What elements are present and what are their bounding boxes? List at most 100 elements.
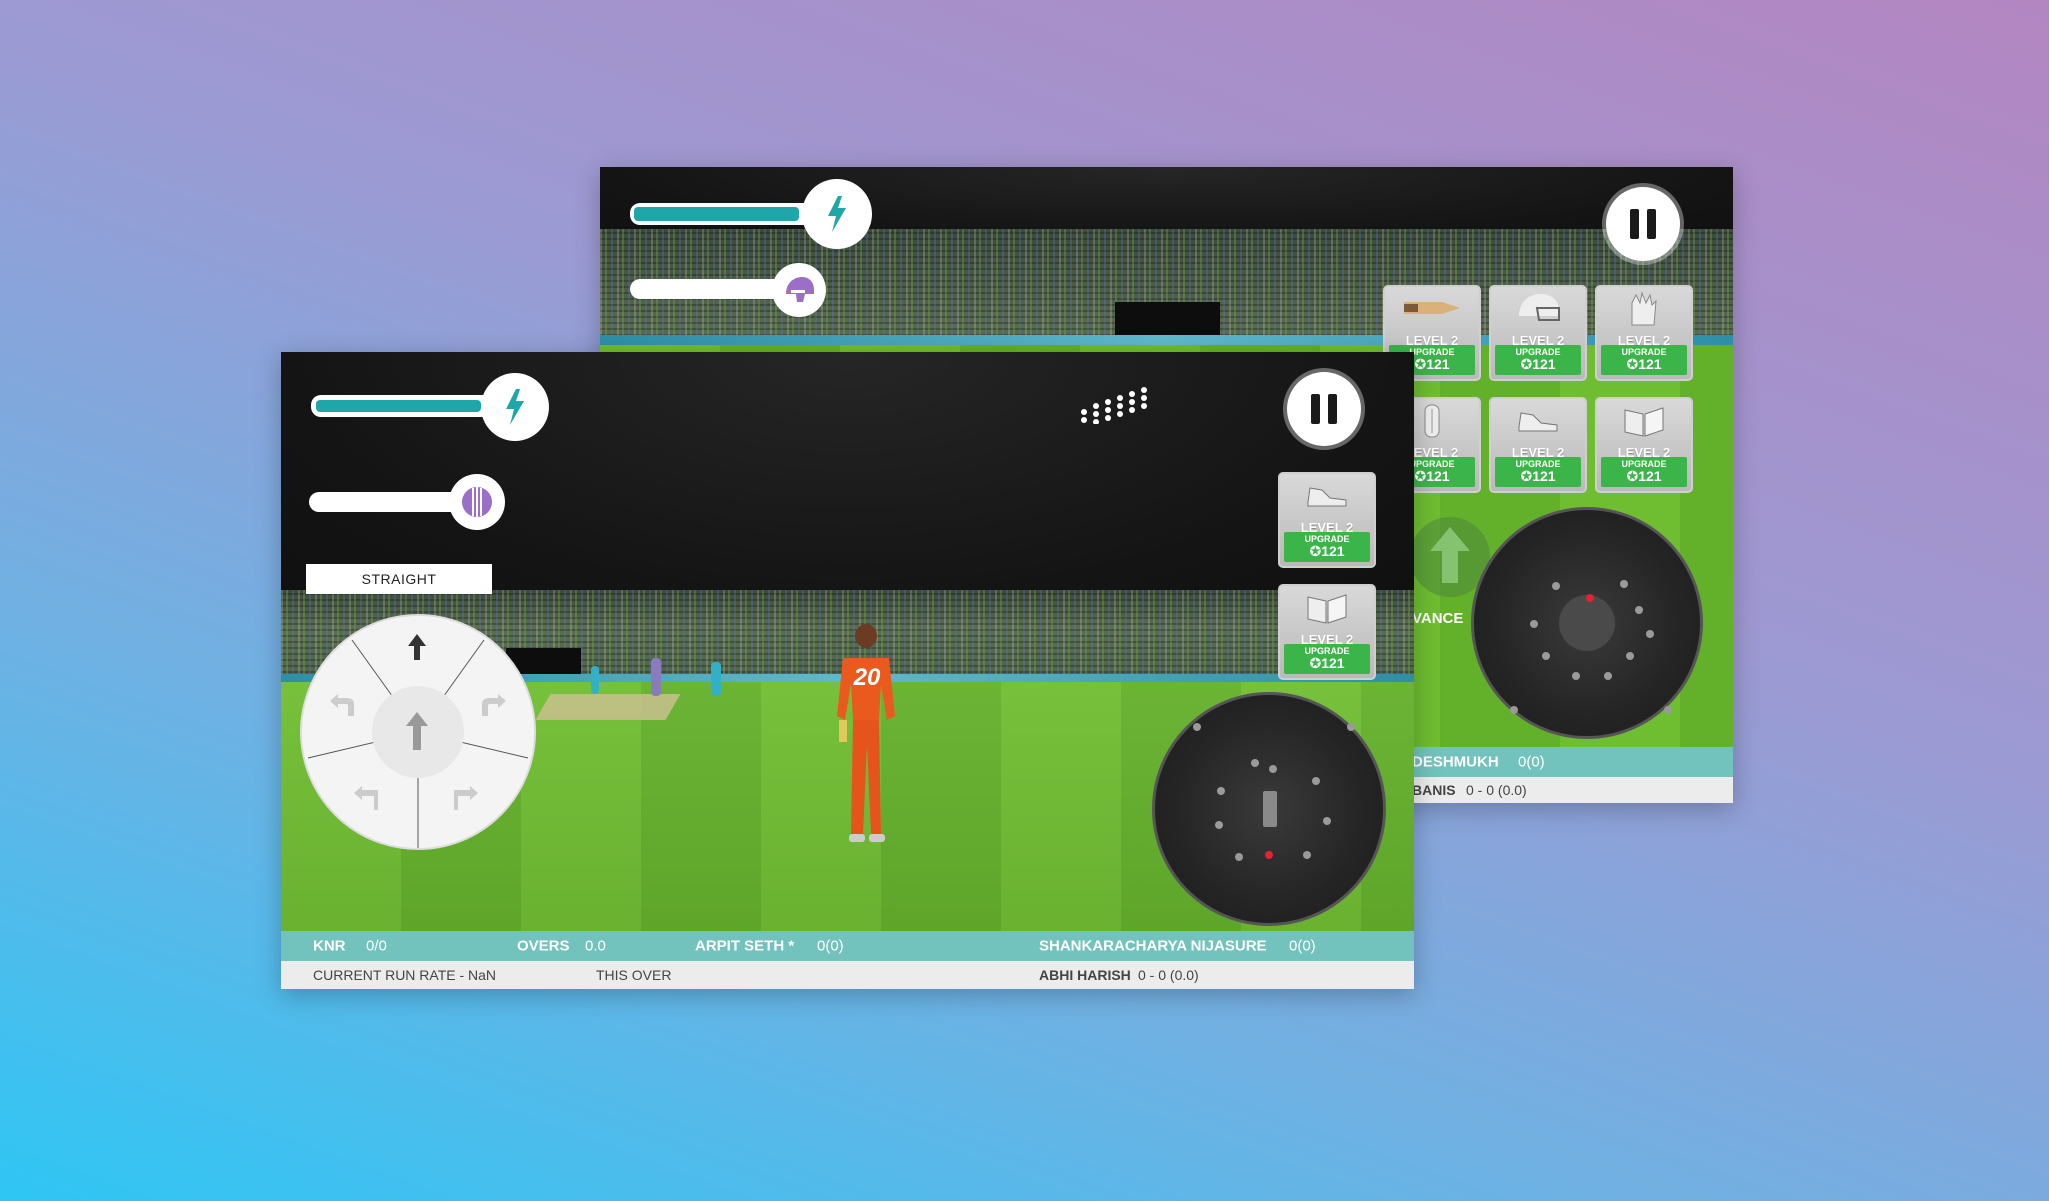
arrow-back-left-icon[interactable] xyxy=(354,786,378,815)
direction-label: STRAIGHT xyxy=(306,564,492,594)
cost-value: 121 xyxy=(1321,655,1345,671)
field-dot xyxy=(1323,817,1331,825)
direction-wheel[interactable] xyxy=(300,614,536,850)
upgrade-card-shoe[interactable]: LEVEL 2 UPGRADE ✪121 xyxy=(1489,397,1587,493)
field-dot xyxy=(1620,580,1628,588)
bowling-joystick[interactable] xyxy=(1471,507,1703,739)
coin-cost: ✪121 xyxy=(1626,356,1662,372)
field-dot xyxy=(1312,777,1320,785)
pitch-marker xyxy=(1263,791,1277,827)
overs-label: OVERS xyxy=(517,937,570,955)
bowler-player: 20 xyxy=(821,624,911,846)
team-score: 0/0 xyxy=(366,937,387,955)
shoe-icon xyxy=(1491,403,1585,439)
helmet-icon[interactable] xyxy=(772,263,826,317)
power-slider[interactable] xyxy=(630,203,815,225)
arrow-curve-left-icon[interactable] xyxy=(330,694,358,723)
field-dot xyxy=(1552,582,1560,590)
field-dot xyxy=(1193,723,1201,731)
umpire xyxy=(651,658,661,696)
upgrade-card-book[interactable]: LEVEL 2 UPGRADE ✪121 xyxy=(1595,397,1693,493)
score-bar: KNR 0/0 OVERS 0.0 ARPIT SETH * 0(0) SHAN… xyxy=(281,931,1414,961)
arrow-curve-right-icon[interactable] xyxy=(478,694,506,723)
field-dot xyxy=(1572,672,1580,680)
field-dot xyxy=(1542,652,1550,660)
cost-value: 121 xyxy=(1532,356,1556,372)
advance-label: VANCE xyxy=(1412,610,1464,627)
field-dot xyxy=(1269,765,1277,773)
non-striker-name: SHANKARACHARYA NIJASURE xyxy=(1039,937,1267,955)
striker-name: ARPIT SETH * xyxy=(695,937,795,955)
field-dot xyxy=(1235,853,1243,861)
power-slider-fill xyxy=(634,207,799,221)
power-slider[interactable] xyxy=(311,395,496,417)
upgrade-button[interactable]: UPGRADE ✪121 xyxy=(1284,532,1370,562)
coin-cost: ✪121 xyxy=(1626,468,1662,484)
upgrade-button[interactable]: UPGRADE ✪121 xyxy=(1284,644,1370,674)
field-dot xyxy=(1604,672,1612,680)
pause-button[interactable] xyxy=(1287,372,1361,446)
field-dot xyxy=(1347,723,1355,731)
field-dot xyxy=(1635,606,1643,614)
arrow-back-right-icon[interactable] xyxy=(454,786,478,815)
lightning-icon[interactable] xyxy=(481,373,549,441)
helmet-icon xyxy=(1491,291,1585,327)
ball-marker xyxy=(1265,851,1273,859)
power-slider-fill xyxy=(316,400,481,412)
upgrade-card-gloves[interactable]: LEVEL 2 UPGRADE ✪121 xyxy=(1595,285,1693,381)
field-dot xyxy=(1251,759,1259,767)
cost-value: 121 xyxy=(1426,468,1450,484)
upgrade-card-helmet[interactable]: LEVEL 2 UPGRADE ✪121 xyxy=(1489,285,1587,381)
bat-icon xyxy=(1385,291,1479,327)
this-over-label: THIS OVER xyxy=(596,967,672,983)
field-dot xyxy=(1217,787,1225,795)
ball-type-slider[interactable] xyxy=(309,492,469,512)
book-icon xyxy=(1597,403,1691,439)
lightning-icon[interactable] xyxy=(802,179,872,249)
jersey-number: 20 xyxy=(853,664,881,691)
bowler-name: ABHI HARISH xyxy=(1039,967,1131,983)
helmet-slider[interactable] xyxy=(630,279,795,299)
batsman-figure xyxy=(711,662,721,696)
field-dot xyxy=(1510,706,1518,714)
cost-value: 121 xyxy=(1426,356,1450,372)
ball-marker xyxy=(1586,594,1594,602)
striker-score: 0(0) xyxy=(817,937,844,955)
coin-cost: ✪121 xyxy=(1520,356,1556,372)
front-game-screen: 20 STRAIGHT LEVEL 2 UPGRADE ✪121 LEVEL 2… xyxy=(281,352,1414,989)
joystick-center xyxy=(1559,595,1615,651)
bowler-figures: 0 - 0 (0.0) xyxy=(1466,782,1527,798)
stats-bar: CURRENT RUN RATE - NaN THIS OVER ABHI HA… xyxy=(281,961,1414,989)
non-striker-score: 0(0) xyxy=(1289,937,1316,955)
field-dot xyxy=(1664,706,1672,714)
cost-value: 121 xyxy=(1638,468,1662,484)
batsman-name: DESHMUKH xyxy=(1412,753,1499,771)
arrow-straight-icon[interactable] xyxy=(406,634,428,665)
book-icon xyxy=(1280,590,1374,626)
upgrade-button[interactable]: UPGRADE ✪121 xyxy=(1495,457,1581,487)
overs-value: 0.0 xyxy=(585,937,606,955)
batsman-figure xyxy=(591,666,599,694)
field-placement-joystick[interactable] xyxy=(1152,692,1386,926)
batsman-score: 0(0) xyxy=(1518,753,1545,771)
team-name: KNR xyxy=(313,937,346,955)
upgrade-button[interactable]: UPGRADE ✪121 xyxy=(1601,345,1687,375)
upgrade-card-book[interactable]: LEVEL 2 UPGRADE ✪121 xyxy=(1278,584,1376,680)
upgrade-card-shoe[interactable]: LEVEL 2 UPGRADE ✪121 xyxy=(1278,472,1376,568)
upgrade-button[interactable]: UPGRADE ✪121 xyxy=(1495,345,1581,375)
coin-cost: ✪121 xyxy=(1309,655,1345,671)
floodlight xyxy=(1078,380,1158,425)
arrow-center-icon xyxy=(404,712,430,755)
bowler-figures: 0 - 0 (0.0) xyxy=(1138,967,1199,983)
pause-button[interactable] xyxy=(1606,187,1680,261)
run-rate: CURRENT RUN RATE - NaN xyxy=(313,967,497,983)
ball-icon[interactable] xyxy=(449,474,505,530)
field-dot xyxy=(1626,652,1634,660)
field-dot xyxy=(1215,821,1223,829)
coin-cost: ✪121 xyxy=(1520,468,1556,484)
shoe-icon xyxy=(1280,478,1374,514)
gloves-icon xyxy=(1597,291,1691,327)
cost-value: 121 xyxy=(1321,543,1345,559)
upgrade-button[interactable]: UPGRADE ✪121 xyxy=(1601,457,1687,487)
bowler-name: BANIS xyxy=(1412,782,1456,798)
